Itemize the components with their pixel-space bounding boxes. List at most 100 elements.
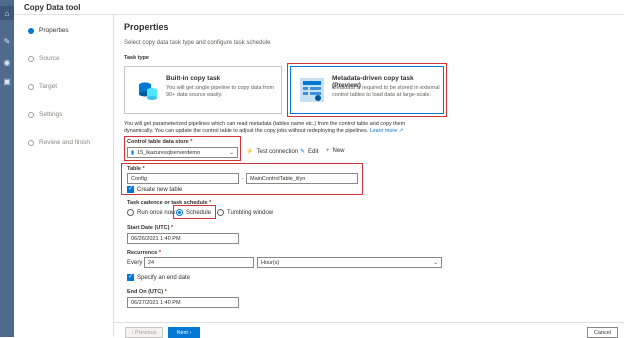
- required-marker: *: [158, 250, 161, 256]
- next-label: Next: [176, 329, 188, 336]
- page-title: Properties: [124, 22, 169, 32]
- database-icon: [139, 82, 157, 100]
- required-marker: *: [171, 225, 174, 231]
- required-marker: *: [164, 289, 167, 295]
- recurrence-unit-value: Hour(s): [261, 259, 280, 266]
- step-properties[interactable]: Properties: [28, 27, 69, 34]
- table-schema-input[interactable]: Config: [127, 173, 239, 184]
- builtin-description: You will get single pipeline to copy dat…: [166, 85, 275, 99]
- step-indicator: [28, 55, 34, 62]
- metadata-driven-copy-task-card[interactable]: Metadata-driven copy task (Preview) Meta…: [290, 66, 444, 114]
- step-settings[interactable]: Settings: [28, 111, 63, 118]
- chevron-right-icon: ›: [187, 329, 192, 336]
- cancel-label: Cancel: [593, 329, 612, 336]
- recurrence-every-label: Every: [127, 260, 143, 266]
- page-subtitle: Select copy data task type and configure…: [124, 40, 271, 46]
- step-indicator: [28, 83, 34, 90]
- radio-icon: [127, 209, 134, 216]
- start-date-input[interactable]: 06/26/2021 1:40 PM: [127, 233, 239, 244]
- monitor-icon[interactable]: ◉: [2, 57, 12, 67]
- cancel-button[interactable]: Cancel: [587, 327, 618, 338]
- control-store-label-text: Control table data store: [127, 139, 189, 145]
- chevron-down-icon: ⌄: [433, 259, 438, 266]
- radio-run-once-now[interactable]: Run once now: [127, 209, 175, 216]
- table-schema-value: Config: [131, 175, 147, 182]
- next-button[interactable]: Next ›: [168, 327, 200, 338]
- toolbox-icon[interactable]: ▣: [2, 76, 12, 86]
- home-icon[interactable]: ⌂: [2, 8, 12, 18]
- recurrence-label: Recurrence *: [127, 250, 161, 256]
- specify-end-date-label: Specify an end date: [137, 274, 191, 281]
- pencil-icon: ✎: [300, 149, 306, 155]
- end-date-input[interactable]: 06/27/2021 1:40 PM: [127, 297, 239, 308]
- info-line-2-text: dynamically. You can update the control …: [124, 128, 369, 134]
- info-line-1: You will get parameterized pipelines whi…: [124, 121, 406, 127]
- steps-divider: [113, 15, 114, 337]
- end-date-label-text: End On (UTC): [127, 289, 164, 295]
- window-title: Copy Data tool: [24, 3, 81, 12]
- table-name-input[interactable]: MainControlTable_iilyn: [246, 173, 358, 184]
- create-new-table-checkbox[interactable]: ✓ Create new table: [127, 186, 182, 193]
- new-button[interactable]: + New: [326, 148, 345, 154]
- previous-button[interactable]: ‹ Previous: [125, 327, 163, 338]
- plus-icon: +: [326, 148, 330, 154]
- end-date-label: End On (UTC) *: [127, 289, 167, 295]
- recurrence-label-text: Recurrence: [127, 250, 158, 256]
- recurrence-value-input[interactable]: 24: [144, 257, 254, 268]
- start-date-label-text: Start Date (UTC): [127, 225, 170, 231]
- step-review-and-finish[interactable]: Review and finish: [28, 139, 90, 146]
- learn-more-link[interactable]: Learn more: [370, 128, 398, 134]
- radio-icon: [217, 209, 224, 216]
- control-store-label: Control table data store *: [127, 139, 192, 145]
- step-source[interactable]: Source: [28, 55, 60, 62]
- builtin-title: Built-in copy task: [166, 75, 221, 82]
- sql-database-icon: ▮: [131, 149, 135, 156]
- recurrence-value: 24: [148, 259, 155, 266]
- checkbox-checked-icon: ✓: [127, 186, 134, 193]
- table-separator: .: [242, 175, 244, 181]
- test-connection-button[interactable]: ⚡ Test connection: [246, 148, 299, 156]
- info-line-2: dynamically. You can update the control …: [124, 128, 403, 134]
- header-divider: [14, 14, 624, 15]
- table-label: Table *: [127, 166, 145, 172]
- radio-tumbling-window[interactable]: Tumbling window: [217, 209, 273, 216]
- footer-divider: [114, 322, 624, 323]
- step-target[interactable]: Target: [28, 83, 57, 90]
- end-date-value: 06/27/2021 1:40 PM: [131, 299, 181, 306]
- test-connection-label: Test connection: [256, 148, 299, 155]
- start-date-value: 06/26/2021 1:40 PM: [131, 235, 181, 242]
- task-type-label: Task type: [124, 55, 149, 61]
- chevron-down-icon: ⌄: [229, 149, 234, 156]
- external-link-icon: ↗: [398, 128, 404, 134]
- step-label: Review and finish: [39, 139, 90, 146]
- control-store-dropdown[interactable]: ▮ 15_lkazuresqlserverdemo ⌄: [127, 147, 238, 158]
- edit-button[interactable]: ✎ Edit: [300, 148, 319, 156]
- step-label: Source: [39, 55, 60, 62]
- control-store-value: 15_lkazuresqlserverdemo: [137, 149, 201, 156]
- required-marker: *: [142, 166, 145, 172]
- previous-label: Previous: [134, 329, 157, 336]
- required-marker: *: [190, 139, 193, 145]
- table-label-text: Table: [127, 166, 141, 172]
- builtin-copy-task-card[interactable]: Built-in copy task You will get single p…: [124, 66, 282, 114]
- radio-schedule[interactable]: Schedule: [176, 209, 211, 216]
- pencil-icon[interactable]: ✎: [2, 36, 12, 46]
- left-icon-rail: [0, 0, 14, 337]
- step-indicator: [28, 111, 34, 118]
- edit-label: Edit: [308, 148, 319, 155]
- table-name-value: MainControlTable_iilyn: [250, 175, 306, 182]
- radio-label: Tumbling window: [227, 209, 274, 216]
- metadata-table-icon: [300, 78, 324, 102]
- start-date-label: Start Date (UTC) *: [127, 225, 173, 231]
- specify-end-date-checkbox[interactable]: ✓ Specify an end date: [127, 274, 190, 281]
- create-new-table-label: Create new table: [137, 186, 183, 193]
- step-label: Properties: [39, 27, 69, 34]
- radio-label: Schedule: [186, 209, 212, 216]
- radio-label: Run once now: [137, 209, 176, 216]
- step-indicator: [28, 27, 34, 34]
- step-label: Target: [39, 83, 58, 90]
- new-label: New: [332, 148, 345, 154]
- checkbox-checked-icon: ✓: [127, 274, 134, 281]
- plug-icon: ⚡: [246, 149, 254, 155]
- recurrence-unit-dropdown[interactable]: Hour(s) ⌄: [257, 257, 442, 268]
